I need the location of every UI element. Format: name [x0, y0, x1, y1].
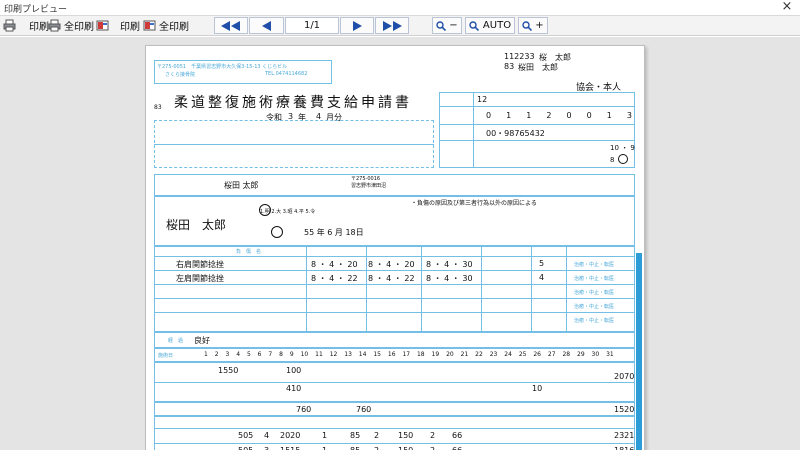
window-titlebar: 印刷プレビュー × [0, 0, 800, 16]
symbol-number: 00・98765432 [486, 129, 545, 138]
patient-block [154, 196, 635, 246]
code-top: 83 [504, 62, 515, 71]
document-print-icon [143, 20, 156, 31]
print-all-doc-label: 全印刷 [159, 22, 189, 33]
window-title: 印刷プレビュー [4, 5, 68, 15]
left-arrow-icon [261, 20, 271, 31]
zoom-auto-label: AUTO [482, 20, 512, 31]
close-icon[interactable]: × [780, 0, 794, 14]
condition-row [154, 332, 635, 348]
birth-date: 55 年 6 月 18日 [304, 228, 364, 237]
magnifier-icon [436, 20, 447, 31]
zoom-out-label: − [449, 20, 458, 31]
last-page-button[interactable] [375, 17, 409, 34]
print-button[interactable]: 印刷 [3, 17, 49, 34]
cold-fee-row [154, 402, 635, 416]
outcome-3: 治癒・中止・転医 [574, 290, 615, 296]
addr: 習志野市津田沼 [351, 183, 387, 189]
grade: 10 ・ 9 [610, 144, 635, 152]
stamp-clinic: さくら接骨院 [165, 72, 196, 78]
stamp-tel: TEL.0474114682 [265, 71, 308, 77]
insurer-number: 01120013 [486, 111, 632, 120]
print-all-doc-button[interactable]: 全印刷 [143, 17, 189, 34]
print-all-label: 全印刷 [64, 22, 94, 33]
days-label: 施術日 [158, 353, 174, 359]
right-arrow-icon [353, 20, 362, 31]
cold-fee-2: 760 [356, 405, 372, 414]
injury-header: 負 傷 名 [236, 249, 262, 255]
zoom-auto-button[interactable]: AUTO [465, 17, 515, 34]
treatment-days: 1 2 3 4 5 6 7 8 9 10 11 12 13 14 15 16 17 18 19 20 21 22 23 24 2… [204, 351, 614, 358]
patient-id: 112233 [504, 52, 535, 61]
patient-name-top2: 桜田 太郎 [518, 63, 558, 72]
condition-label: 経 過 [168, 338, 184, 344]
first-page-button[interactable] [214, 17, 248, 34]
print-all-button[interactable]: 全印刷 [48, 17, 94, 34]
preview-canvas[interactable]: 112233 桜 太郎 83 桜田 太郎 〒275-0051 千葉県習志野市大久… [0, 37, 800, 450]
patient-name: 桜田 太郎 [166, 218, 227, 232]
document-print-icon [96, 20, 109, 31]
initial-fee: 1550 [218, 366, 239, 375]
double-left-arrow-icon [221, 20, 240, 31]
magnifier-icon [469, 20, 479, 31]
form-title: 柔道整復施術療養費支給申請書 [174, 95, 412, 111]
prev-page-button[interactable] [249, 17, 284, 34]
total-1: 2070 [614, 372, 635, 381]
page-edge-strip [636, 253, 642, 450]
double-right-arrow-icon [383, 20, 402, 31]
visit-count: 10 [532, 384, 543, 393]
print-doc-button[interactable]: 印刷 [96, 17, 140, 34]
pref-code: 12 [477, 95, 488, 104]
printer-icon [48, 19, 61, 32]
cause-note: ・負傷の原因及び第三者行為以外の原因による [411, 200, 537, 207]
outcome-5: 治癒・中止・転医 [574, 318, 615, 324]
zoom-out-button[interactable]: − [432, 17, 462, 34]
toolbar: 印刷 全印刷 印刷 全印刷 1/1 − AUTO + [0, 16, 800, 36]
grade-eight: 8 [610, 156, 615, 164]
condition-value: 良好 [194, 336, 210, 345]
form-num: 83 [154, 104, 162, 111]
outcome-4: 治癒・中止・転医 [574, 304, 615, 310]
policy-holder-name: 桜田 太郎 [224, 181, 259, 190]
detail-table [154, 416, 635, 450]
zoom-in-button[interactable]: + [518, 17, 548, 34]
initial-extra: 100 [286, 366, 302, 375]
print-doc-label: 印刷 [120, 22, 140, 33]
total-2: 1520 [614, 405, 635, 414]
clinic-stamp: 〒275-0051 千葉県習志野市大久保3-15-13 くじらビル さくら接骨院… [154, 60, 332, 84]
cold-fee: 760 [296, 405, 312, 414]
rehab-fee: 410 [286, 384, 302, 393]
document-page: 112233 桜 太郎 83 桜田 太郎 〒275-0051 千葉県習志野市大久… [145, 45, 645, 450]
print-label: 印刷 [29, 22, 49, 33]
page-indicator[interactable]: 1/1 [285, 17, 339, 34]
stamp-address: 〒275-0051 千葉県習志野市大久保3-15-13 くじらビル [157, 64, 288, 70]
addr-zip: 〒275-0016 [351, 176, 381, 182]
zoom-in-label: + [535, 20, 544, 31]
next-page-button[interactable] [340, 17, 374, 34]
magnifier-icon [522, 20, 533, 31]
printer-icon [3, 19, 16, 32]
